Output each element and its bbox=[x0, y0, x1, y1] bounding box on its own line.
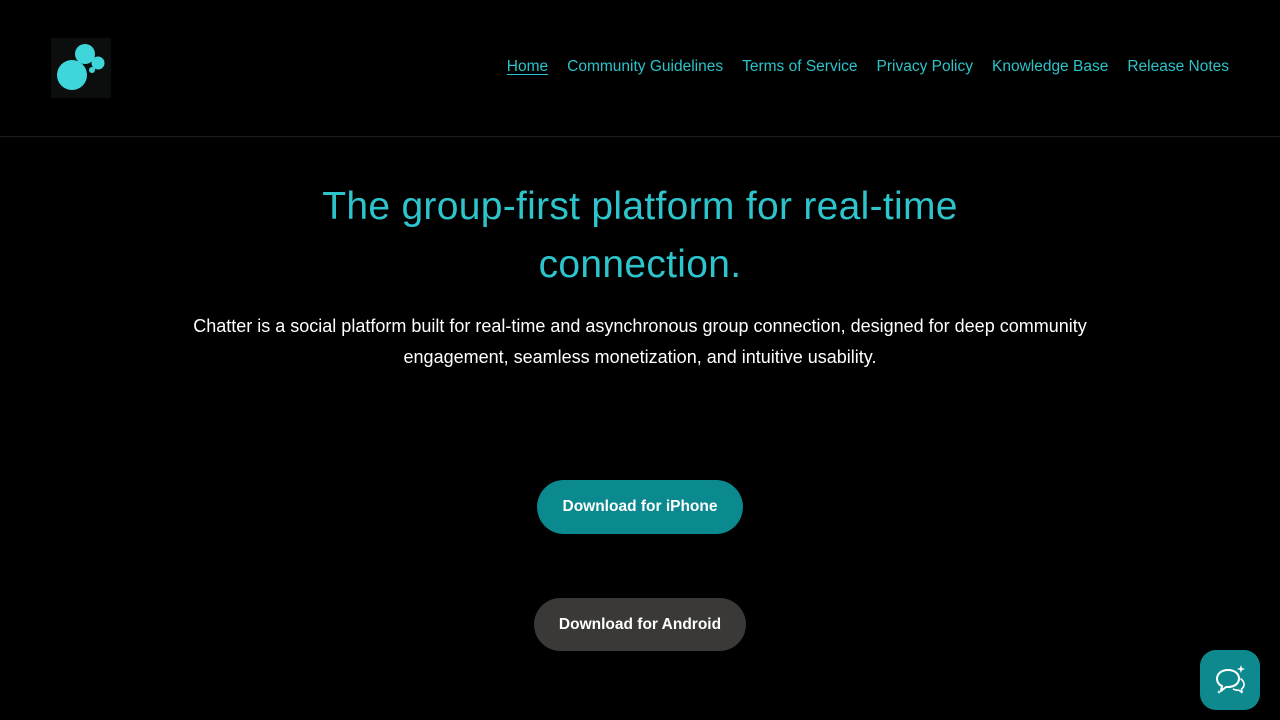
nav-link-home[interactable]: Home bbox=[507, 57, 548, 77]
bubbles-logo-icon bbox=[57, 44, 105, 90]
nav-link-privacy-policy[interactable]: Privacy Policy bbox=[877, 57, 973, 77]
site-header: Home Community Guidelines Terms of Servi… bbox=[0, 0, 1280, 137]
chat-support-icon bbox=[1216, 665, 1245, 694]
download-iphone-button[interactable]: Download for iPhone bbox=[537, 480, 743, 534]
download-android-button[interactable]: Download for Android bbox=[534, 598, 746, 651]
nav-link-terms-of-service[interactable]: Terms of Service bbox=[742, 57, 857, 77]
logo[interactable] bbox=[51, 38, 111, 98]
nav-link-knowledge-base[interactable]: Knowledge Base bbox=[992, 57, 1108, 77]
hero-title: The group-first platform for real-time c… bbox=[322, 185, 958, 286]
chat-support-button[interactable] bbox=[1200, 650, 1260, 710]
nav-link-release-notes[interactable]: Release Notes bbox=[1127, 57, 1229, 77]
main-nav: Home Community Guidelines Terms of Servi… bbox=[507, 57, 1229, 77]
hero-description: Chatter is a social platform built for r… bbox=[193, 316, 1087, 367]
nav-link-community-guidelines[interactable]: Community Guidelines bbox=[567, 57, 723, 77]
